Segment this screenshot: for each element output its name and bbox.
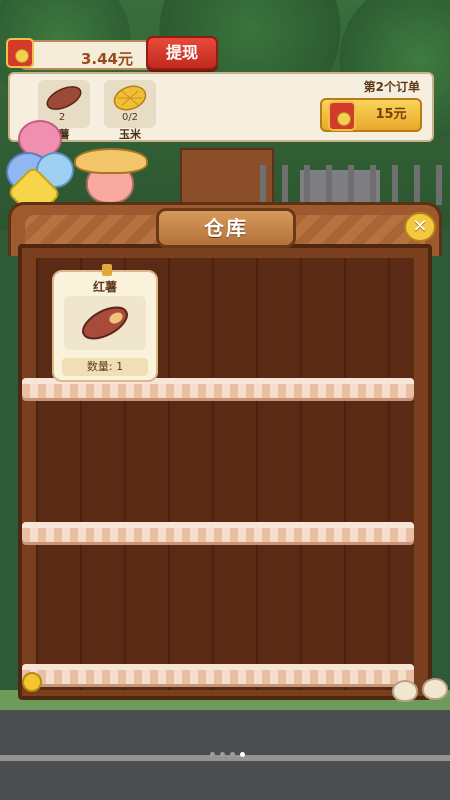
chick-decoration (392, 680, 418, 702)
withdraw-button[interactable]: 提现 (146, 36, 218, 70)
background-fence (260, 165, 450, 205)
item-quantity: 数量: 1 (62, 358, 148, 376)
order-item-name: 玉米 (119, 128, 141, 141)
shelf-2 (22, 522, 414, 542)
shelf-3 (22, 664, 414, 684)
page-dot (210, 752, 215, 757)
warehouse-title: 仓库 (156, 208, 296, 248)
order-reward-amount: 15元 (375, 107, 407, 122)
item-name: 红薯 (92, 280, 117, 294)
close-button[interactable]: ✕ (404, 212, 436, 242)
close-icon: ✕ (412, 216, 428, 237)
order-reward-button[interactable]: 15元 (320, 98, 422, 132)
order-item-count: 0/2 (121, 112, 139, 123)
page-indicator (210, 752, 250, 758)
sweet-potato-icon (82, 306, 128, 340)
red-packet-icon (6, 38, 34, 68)
sweet-potato-icon (46, 86, 82, 110)
farmer-character (74, 148, 148, 210)
page-dot (230, 752, 235, 757)
corn-icon (113, 85, 147, 111)
card-pin (102, 264, 112, 276)
wallet-bar: 3.44元 提现 (6, 36, 218, 70)
inventory-item-card[interactable]: 红薯 数量: 1 (52, 264, 158, 382)
bird-decoration (422, 678, 448, 700)
order-panel: 2 薯 0/2 玉米 第2个订单 15元 (8, 72, 434, 142)
page-dot-active (240, 752, 245, 757)
item-image (64, 296, 146, 350)
sunflower-decoration (22, 672, 42, 692)
page-dot (220, 752, 225, 757)
red-packet-icon (328, 101, 356, 131)
balance-amount: 3.44元 (80, 50, 133, 68)
straw-hat (74, 148, 148, 174)
balance-pill: 3.44元 (20, 40, 154, 70)
order-title: 第2个订单 (363, 80, 420, 94)
